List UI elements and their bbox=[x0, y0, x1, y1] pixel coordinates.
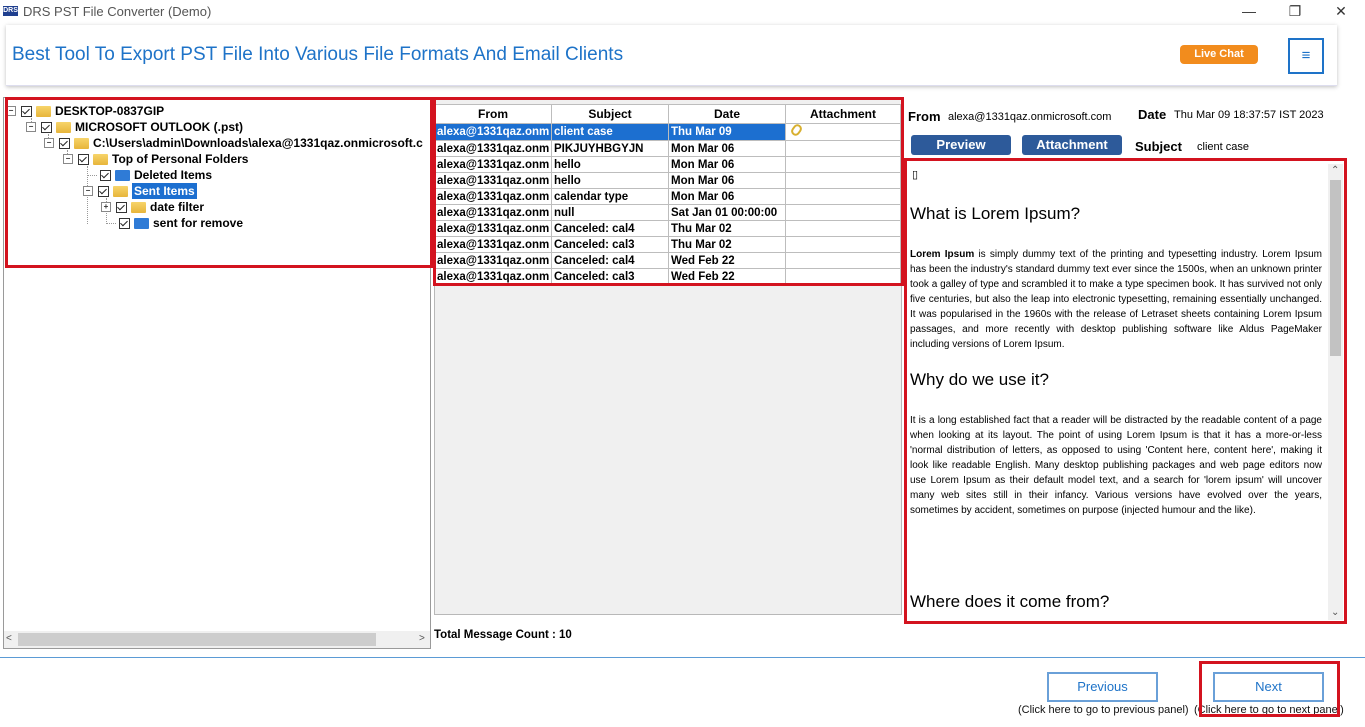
preview-heading: Why do we use it? bbox=[910, 370, 1049, 389]
close-button[interactable]: ✕ bbox=[1318, 0, 1364, 24]
menu-icon: ≡ bbox=[1301, 47, 1311, 64]
preview-bold-text: Lorem Ipsum bbox=[910, 249, 975, 260]
date-label: Date bbox=[1138, 107, 1167, 122]
banner-title: Best Tool To Export PST File Into Variou… bbox=[12, 44, 624, 65]
scroll-right-icon[interactable]: > bbox=[419, 633, 425, 644]
attachment-tab[interactable]: Attachment bbox=[1022, 135, 1122, 155]
from-value: alexa@1331qaz.onmicrosoft.com bbox=[948, 111, 1112, 123]
tree-highlight-box bbox=[5, 97, 433, 268]
date-value: Thu Mar 09 18:37:57 IST 2023 bbox=[1174, 109, 1324, 121]
grid-highlight-box bbox=[433, 97, 904, 286]
scroll-left-icon[interactable]: < bbox=[6, 633, 12, 644]
minimize-button[interactable]: — bbox=[1226, 0, 1272, 24]
previous-button[interactable]: Previous bbox=[1047, 672, 1158, 702]
previous-hint: (Click here to go to previous panel) bbox=[1018, 704, 1189, 716]
placeholder-glyph: ▯ bbox=[912, 169, 919, 181]
window-title: DRS PST File Converter (Demo) bbox=[23, 4, 212, 19]
bottom-navigation-bar bbox=[0, 657, 1365, 727]
message-preview-pane[interactable] bbox=[904, 158, 1347, 624]
from-label: From bbox=[908, 109, 941, 124]
scroll-down-icon[interactable]: ⌄ bbox=[1331, 607, 1339, 618]
next-highlight-box bbox=[1199, 661, 1340, 717]
scroll-up-icon[interactable]: ⌃ bbox=[1331, 165, 1339, 176]
preview-text: is simply dummy text of the printing and… bbox=[910, 249, 1322, 350]
app-icon: DRS bbox=[3, 6, 18, 16]
scrollbar-thumb[interactable] bbox=[18, 633, 376, 646]
preview-tab[interactable]: Preview bbox=[911, 135, 1011, 155]
preview-paragraph: Lorem Ipsum is simply dummy text of the … bbox=[910, 247, 1322, 352]
subject-label: Subject bbox=[1135, 139, 1182, 154]
maximize-button[interactable]: ❐ bbox=[1272, 0, 1318, 24]
live-chat-button[interactable]: Live Chat bbox=[1180, 45, 1258, 64]
preview-paragraph: It is a long established fact that a rea… bbox=[910, 415, 1322, 516]
subject-value: client case bbox=[1197, 141, 1249, 153]
total-message-count: Total Message Count : 10 bbox=[434, 629, 572, 641]
preview-heading: Where does it come from? bbox=[910, 592, 1110, 611]
hamburger-menu-button[interactable]: ≡ bbox=[1288, 38, 1324, 74]
preview-heading: What is Lorem Ipsum? bbox=[910, 204, 1081, 223]
scrollbar-thumb[interactable] bbox=[1330, 180, 1341, 356]
